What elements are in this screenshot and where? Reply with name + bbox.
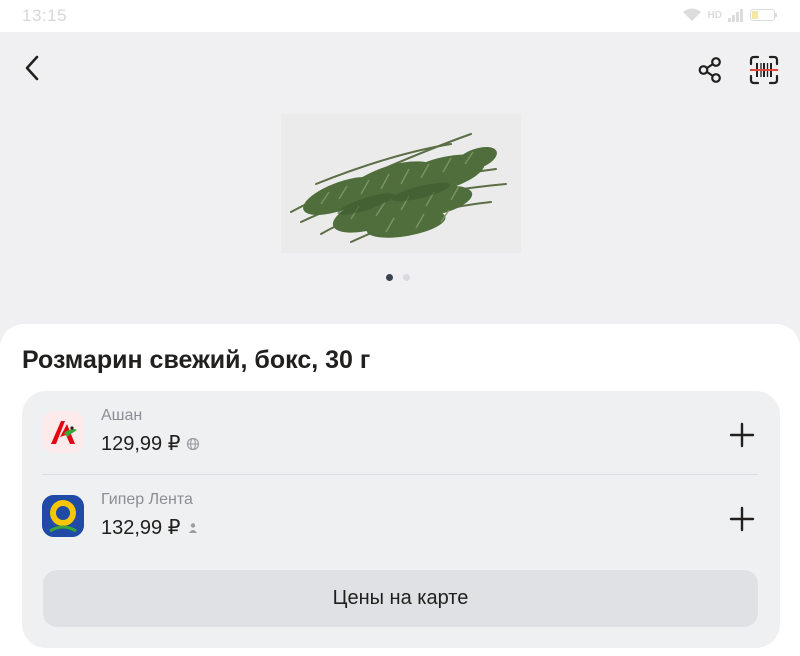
person-icon bbox=[186, 521, 200, 535]
price-line: 129,99 ₽ bbox=[101, 431, 200, 456]
lenta-sunflower-icon bbox=[42, 495, 84, 537]
rosemary-image bbox=[290, 133, 507, 243]
product-photo[interactable] bbox=[281, 114, 521, 253]
status-icons: HD bbox=[682, 8, 778, 22]
plus-icon bbox=[729, 506, 755, 532]
auchan-bird-icon bbox=[42, 411, 84, 453]
pagination-dot-active[interactable] bbox=[386, 274, 393, 281]
pagination-dot[interactable] bbox=[403, 274, 410, 281]
price: 129,99 ₽ bbox=[101, 433, 181, 455]
back-button[interactable] bbox=[16, 52, 48, 84]
network-type-label: HD bbox=[707, 9, 722, 21]
status-time: 13:15 bbox=[22, 6, 68, 25]
plus-icon bbox=[729, 422, 755, 448]
product-sheet: Розмарин свежий, бокс, 30 г Ашан 129,99 … bbox=[0, 324, 800, 656]
price: 132,99 ₽ bbox=[101, 517, 181, 539]
product-header bbox=[0, 32, 800, 326]
image-pagination bbox=[386, 274, 410, 281]
add-to-cart-button[interactable] bbox=[726, 419, 758, 451]
share-button[interactable] bbox=[692, 52, 728, 88]
status-bar: 13:15 HD bbox=[0, 0, 800, 32]
offers-card: Ашан 129,99 ₽ Гипер Лента 132,99 ₽ Цены … bbox=[22, 391, 780, 648]
signal-icon bbox=[728, 9, 743, 22]
wifi-icon bbox=[682, 8, 701, 21]
prices-on-map-button[interactable]: Цены на карте bbox=[43, 570, 758, 627]
store-logo-auchan bbox=[42, 411, 84, 453]
globe-icon bbox=[186, 437, 200, 451]
barcode-scan-icon bbox=[749, 55, 779, 85]
add-to-cart-button[interactable] bbox=[726, 503, 758, 535]
store-logo-lenta bbox=[42, 495, 84, 537]
price-line: 132,99 ₽ bbox=[101, 515, 200, 540]
battery-icon bbox=[750, 9, 777, 21]
store-name: Гипер Лента bbox=[101, 491, 193, 508]
store-name: Ашан bbox=[101, 407, 143, 424]
product-title: Розмарин свежий, бокс, 30 г bbox=[22, 346, 371, 374]
offer-row-lenta[interactable]: Гипер Лента 132,99 ₽ bbox=[22, 475, 780, 557]
share-icon bbox=[698, 57, 721, 83]
chevron-left-icon bbox=[25, 55, 39, 81]
barcode-scan-button[interactable] bbox=[745, 52, 783, 88]
offer-row-auchan[interactable]: Ашан 129,99 ₽ bbox=[22, 391, 780, 473]
